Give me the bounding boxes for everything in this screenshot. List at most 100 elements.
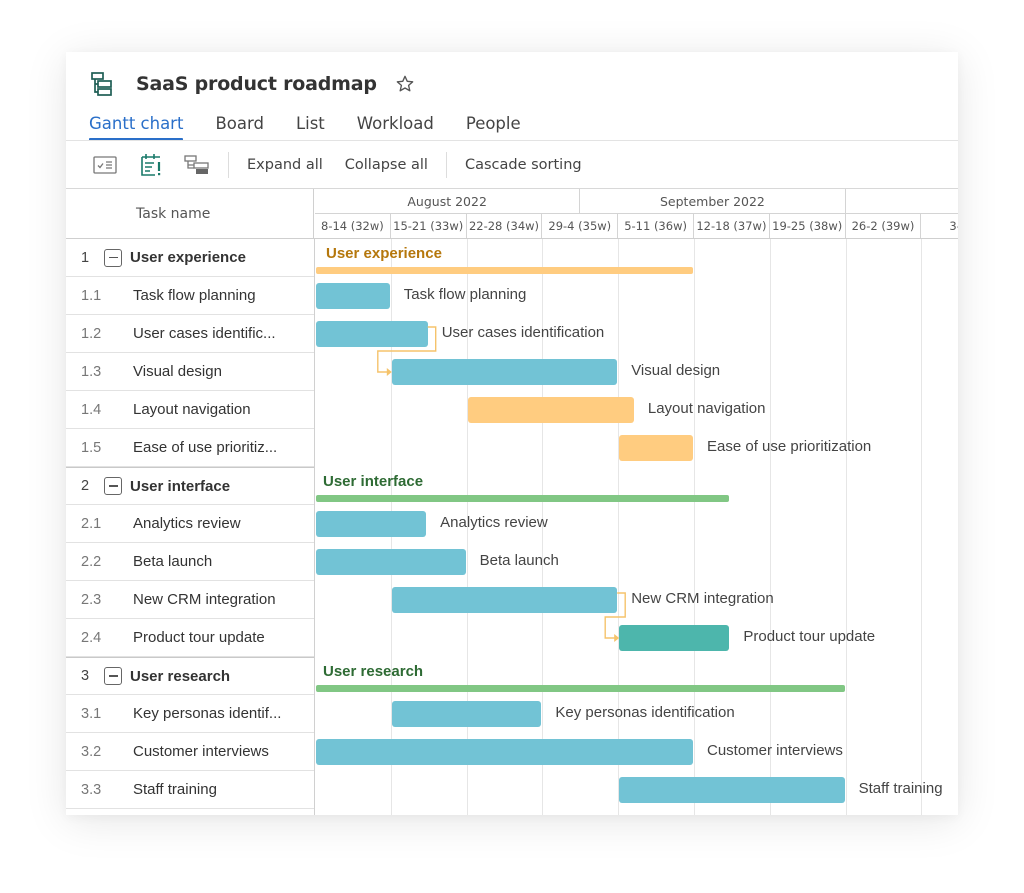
week-header: 29-4 (35w) bbox=[542, 214, 619, 238]
task-bar-label: Visual design bbox=[631, 362, 721, 379]
calendar-alert-icon bbox=[141, 153, 161, 176]
week-header: 3-9 bbox=[921, 214, 958, 238]
tab-gantt-chart[interactable]: Gantt chart bbox=[89, 112, 184, 141]
week-gridline bbox=[921, 239, 923, 815]
row-number: 1.2 bbox=[81, 325, 102, 342]
hierarchy-button[interactable] bbox=[184, 152, 210, 178]
task-bar-label: Analytics review bbox=[440, 514, 548, 531]
task-name: Key personas identif... bbox=[133, 705, 282, 722]
task-bar-label: Key personas identification bbox=[555, 704, 735, 721]
title-bar: SaaS product roadmap bbox=[90, 69, 415, 99]
row-number: 3 bbox=[81, 668, 90, 684]
group-bar-label: User research bbox=[323, 663, 424, 680]
task-bar-label: User cases identification bbox=[441, 324, 605, 341]
group-summary-bar[interactable] bbox=[316, 267, 693, 274]
task-row[interactable]: 3.2 Customer interviews bbox=[66, 733, 314, 771]
toolbar-divider bbox=[445, 151, 447, 178]
view-tabs: Gantt chart Board List Workload People bbox=[89, 112, 553, 141]
week-gridline bbox=[769, 239, 771, 815]
task-row[interactable]: 3.3 Staff training bbox=[66, 771, 314, 809]
task-bar[interactable] bbox=[316, 283, 390, 309]
group-name: User interface bbox=[130, 477, 231, 495]
tab-list[interactable]: List bbox=[296, 112, 325, 141]
task-bar-label: Staff training bbox=[858, 780, 943, 797]
checklist-button[interactable] bbox=[92, 152, 118, 178]
month-header bbox=[845, 189, 958, 214]
group-name: User experience bbox=[130, 249, 246, 266]
tab-people[interactable]: People bbox=[466, 112, 521, 141]
group-row[interactable]: 1 User experience bbox=[66, 239, 314, 277]
task-bar-label: Product tour update bbox=[743, 628, 876, 645]
gantt-timeline: User experience Task flow planning User ca… bbox=[315, 239, 958, 815]
task-row[interactable]: 1.4 Layout navigation bbox=[66, 391, 314, 429]
task-row[interactable]: 2.1 Analytics review bbox=[66, 505, 314, 543]
group-summary-bar[interactable] bbox=[316, 685, 845, 692]
collapse-toggle-icon[interactable] bbox=[104, 248, 122, 267]
group-row[interactable]: 3 User research bbox=[66, 657, 314, 695]
task-bar[interactable] bbox=[316, 511, 427, 537]
task-bar-label: Customer interviews bbox=[707, 742, 843, 759]
task-bar[interactable] bbox=[619, 777, 845, 803]
task-bar[interactable] bbox=[316, 549, 466, 575]
task-name: Analytics review bbox=[133, 515, 241, 532]
cascade-sorting-button[interactable]: Cascade sorting bbox=[465, 157, 582, 173]
collapse-toggle-icon[interactable] bbox=[104, 667, 122, 685]
group-bar-label: User interface bbox=[323, 473, 424, 490]
group-summary-bar[interactable] bbox=[316, 495, 730, 502]
month-header: August 2022 bbox=[315, 189, 581, 214]
row-number: 1.4 bbox=[81, 401, 102, 418]
task-row[interactable]: 2.3 New CRM integration bbox=[66, 581, 314, 619]
week-header: 12-18 (37w) bbox=[694, 214, 770, 238]
task-bar[interactable] bbox=[391, 701, 542, 727]
week-header: 5-11 (36w) bbox=[618, 214, 694, 238]
star-outline-icon[interactable] bbox=[395, 74, 415, 94]
calendar-alert-button[interactable] bbox=[138, 152, 164, 178]
task-bar-label: Beta launch bbox=[479, 552, 559, 569]
task-bar[interactable] bbox=[316, 321, 428, 347]
task-bar[interactable] bbox=[619, 435, 693, 461]
task-name: Beta launch bbox=[133, 553, 213, 570]
task-name-header: Task name bbox=[66, 189, 314, 238]
toolbar-divider bbox=[228, 151, 229, 178]
row-number: 3.1 bbox=[81, 705, 102, 722]
task-name: Ease of use prioritiz... bbox=[133, 439, 278, 456]
tab-board[interactable]: Board bbox=[215, 112, 264, 141]
task-bar[interactable] bbox=[316, 739, 693, 765]
row-number: 2.1 bbox=[81, 515, 102, 532]
row-number: 2.4 bbox=[81, 629, 102, 646]
row-number: 1.3 bbox=[81, 363, 102, 380]
checklist-icon bbox=[93, 155, 117, 174]
collapse-all-button[interactable]: Collapse all bbox=[345, 157, 428, 173]
toolbar: Expand all Collapse all Cascade sorting bbox=[66, 141, 958, 188]
timeline-header: August 2022 September 2022 8-14 (32w) 15-21… bbox=[315, 189, 958, 238]
week-header: 22-28 (34w) bbox=[467, 214, 543, 238]
task-row[interactable]: 2.2 Beta launch bbox=[66, 543, 314, 581]
task-row[interactable]: 2.4 Product tour update bbox=[66, 619, 314, 657]
task-name: Layout navigation bbox=[133, 401, 251, 418]
page-title: SaaS product roadmap bbox=[136, 73, 377, 95]
tab-workload[interactable]: Workload bbox=[357, 112, 434, 141]
task-name: User cases identific... bbox=[133, 325, 276, 342]
task-row[interactable]: 1.5 Ease of use prioritiz... bbox=[66, 429, 314, 467]
task-row[interactable]: 1.3 Visual design bbox=[66, 353, 314, 391]
task-bar-label: Ease of use prioritization bbox=[707, 438, 872, 455]
week-gridline bbox=[618, 239, 620, 815]
task-bar[interactable] bbox=[391, 359, 618, 385]
task-row[interactable]: 1.2 User cases identific... bbox=[66, 315, 314, 353]
task-bar[interactable] bbox=[619, 625, 730, 651]
task-name: Staff training bbox=[133, 781, 217, 798]
expand-all-button[interactable]: Expand all bbox=[247, 157, 323, 173]
row-number: 2.3 bbox=[81, 591, 102, 608]
task-bar[interactable] bbox=[467, 397, 634, 423]
hierarchy-icon bbox=[184, 154, 209, 174]
row-number: 3.3 bbox=[81, 781, 102, 798]
collapse-toggle-icon[interactable] bbox=[104, 477, 122, 495]
task-bar[interactable] bbox=[391, 587, 618, 613]
row-number: 1.5 bbox=[81, 439, 102, 456]
task-name: Task flow planning bbox=[133, 287, 256, 304]
week-header: 26-2 (39w) bbox=[846, 214, 922, 238]
task-row[interactable]: 3.1 Key personas identif... bbox=[66, 695, 314, 733]
task-row[interactable]: 1.1 Task flow planning bbox=[66, 277, 314, 315]
row-number: 3.2 bbox=[81, 743, 102, 760]
group-row[interactable]: 2 User interface bbox=[66, 467, 314, 505]
